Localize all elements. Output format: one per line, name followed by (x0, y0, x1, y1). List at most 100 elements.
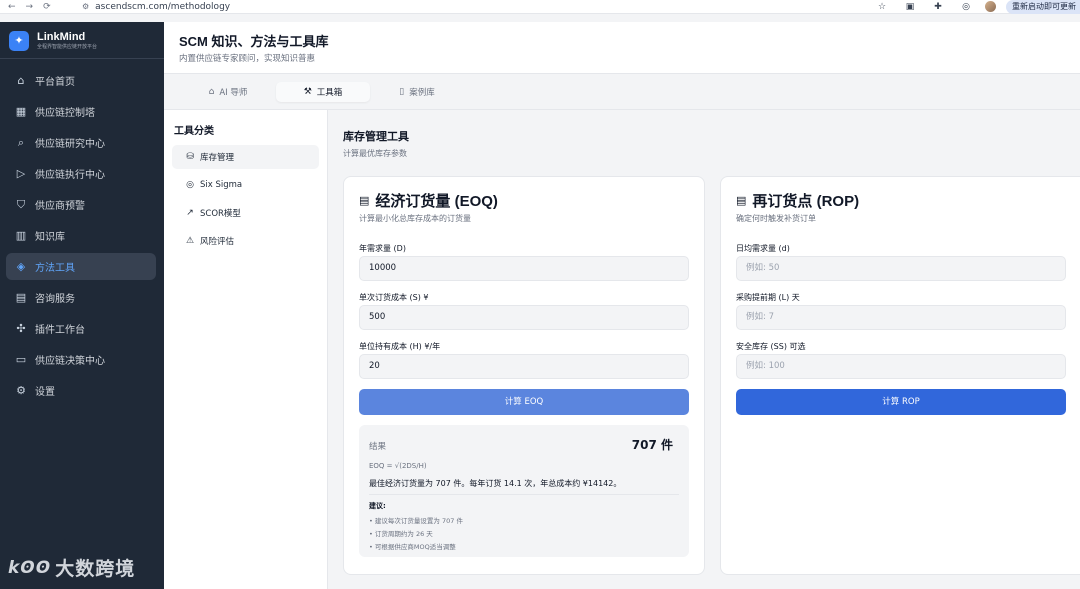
daily-demand-label: 日均需求量 (d) (736, 244, 790, 253)
extension-icon[interactable]: ▣ (903, 2, 917, 12)
forward-icon[interactable]: → (26, 2, 34, 12)
sidebar-item-label: 供应链决策中心 (35, 356, 105, 367)
sidebar-item-label: 平台首页 (35, 77, 75, 88)
category-panel: 工具分类 ⛁ 库存管理 ◎ Six Sigma ↗ SCOR模型 ⚠ 风险评估 (164, 110, 328, 589)
result-summary: 最佳经济订货量为 707 件。每年订货 14.1 次，年总成本约 ¥14142。 (369, 479, 622, 488)
sidebar-item-plugins[interactable]: ✣ 插件工作台 (6, 315, 156, 342)
sidebar-item-execution[interactable]: ▷ 供应链执行中心 (6, 160, 156, 187)
tab-cases[interactable]: ▯ 案例库 (370, 82, 464, 102)
tab-label: AI 导师 (219, 88, 248, 98)
section-title: 库存管理工具 (343, 130, 409, 143)
watermark: kʘʘ 大数跨境 (8, 554, 135, 581)
calculator-icon: ▤ (736, 194, 747, 207)
watermark-logo-icon: kʘʘ (8, 557, 52, 578)
graduation-cap-icon: ◈ (16, 260, 26, 273)
puzzle-extension-icon[interactable]: ✚ (931, 2, 945, 12)
category-label: Six Sigma (200, 180, 243, 190)
sidebar-item-label: 供应链控制塔 (35, 108, 95, 119)
sidebar-item-label: 供应链执行中心 (35, 170, 105, 181)
tab-bar: ⌂ AI 导师 ⚒ 工具箱 ▯ 案例库 (164, 74, 1080, 110)
sidebar-item-label: 方法工具 (35, 263, 75, 274)
daily-demand-input[interactable]: 例如: 50 (736, 256, 1066, 281)
calculate-rop-button[interactable]: 计算 ROP (736, 389, 1066, 415)
eoq-card: ▤ 经济订货量 (EOQ) 计算最小化总库存成本的订货量 年需求量 (D) 10… (343, 176, 705, 575)
result-divider (369, 494, 679, 495)
brand-logo[interactable]: ✦ LinkMind 全程界智能供应链开放平台 (0, 22, 164, 59)
monitor-icon: ▭ (15, 353, 27, 366)
category-risk[interactable]: ⚠ 风险评估 (172, 229, 319, 253)
result-formula: EOQ = √(2DS/H) (369, 462, 427, 470)
category-scor[interactable]: ↗ SCOR模型 (172, 201, 319, 225)
annual-demand-input[interactable]: 10000 (359, 256, 689, 281)
annual-demand-label: 年需求量 (D) (359, 244, 406, 253)
rop-title: 再订货点 (ROP) (752, 193, 860, 210)
wrench-icon: ⚒ (303, 87, 312, 97)
lead-time-label: 采购提前期 (L) 天 (736, 293, 800, 302)
profile-avatar[interactable] (985, 1, 996, 12)
sidebar-item-home[interactable]: ⌂ 平台首页 (6, 67, 156, 94)
home-icon: ⌂ (17, 74, 25, 87)
target-icon: ◎ (186, 180, 194, 190)
lead-time-input[interactable]: 例如: 7 (736, 305, 1066, 330)
sidebar-item-settings[interactable]: ⚙ 设置 (6, 377, 156, 404)
sidebar-item-supplier-alert[interactable]: ⛉ 供应商预警 (6, 191, 156, 218)
page-header: SCM 知识、方法与工具库 内置供应链专家顾问，实现知识普惠 (164, 22, 1080, 74)
update-button[interactable]: 重新启动即可更新 (1006, 0, 1080, 14)
brand-tagline: 全程界智能供应链开放平台 (37, 43, 98, 50)
main-content: 库存管理工具 计算最优库存参数 ▤ 经济订货量 (EOQ) 计算最小化总库存成本… (328, 110, 1080, 589)
category-six-sigma[interactable]: ◎ Six Sigma (172, 173, 319, 197)
tab-label: 工具箱 (316, 88, 343, 98)
search-icon: ⌕ (17, 135, 25, 149)
order-cost-label: 单次订货成本 (S) ¥ (359, 293, 429, 302)
category-title: 工具分类 (174, 126, 214, 137)
sidebar: ✦ LinkMind 全程界智能供应链开放平台 ⌂ 平台首页 ▦ 供应链控制塔 … (0, 22, 164, 589)
bookmark-star-icon[interactable]: ☆ (875, 2, 889, 12)
safety-stock-input[interactable]: 例如: 100 (736, 354, 1066, 379)
screenshot-icon[interactable]: ◎ (959, 2, 973, 12)
result-value: 707 件 (631, 438, 673, 452)
puzzle-icon: ✣ (16, 322, 26, 335)
sidebar-item-knowledge[interactable]: ▥ 知识库 (6, 222, 156, 249)
suggestion-item: • 可根据供应商MOQ适当调整 (369, 543, 456, 551)
back-icon[interactable]: ← (8, 2, 16, 12)
browser-toolbar: ← → ⟳ ⚙ ascendscm.com/methodology ☆ ▣ ✚ … (0, 0, 1080, 14)
sidebar-item-control-tower[interactable]: ▦ 供应链控制塔 (6, 98, 156, 125)
bot-icon: ⌂ (208, 87, 215, 97)
site-settings-icon[interactable]: ⚙ (82, 2, 89, 11)
shield-icon: ⛉ (16, 197, 26, 211)
category-inventory[interactable]: ⛁ 库存管理 (172, 145, 319, 169)
open-book-icon: ▯ (399, 87, 405, 97)
sidebar-item-methods[interactable]: ◈ 方法工具 (6, 253, 156, 280)
tab-toolbox[interactable]: ⚒ 工具箱 (276, 82, 370, 102)
watermark-text: 大数跨境 (55, 558, 136, 580)
boxes-icon: ⛁ (186, 152, 194, 162)
sidebar-item-label: 插件工作台 (35, 325, 85, 336)
sidebar-item-consulting[interactable]: ▤ 咨询服务 (6, 284, 156, 311)
order-cost-input[interactable]: 500 (359, 305, 689, 330)
book-icon: ▥ (15, 229, 27, 242)
sidebar-item-research[interactable]: ⌕ 供应链研究中心 (6, 129, 156, 156)
trend-icon: ↗ (186, 208, 194, 218)
eoq-title: 经济订货量 (EOQ) (375, 193, 498, 210)
tab-label: 案例库 (409, 88, 435, 98)
suggestions-title: 建议: (369, 502, 386, 510)
suggestion-item: • 订货周期约为 26 天 (369, 530, 433, 538)
page-title: SCM 知识、方法与工具库 (179, 34, 329, 49)
warning-icon: ⚠ (185, 236, 195, 246)
calculate-eoq-button[interactable]: 计算 EOQ (359, 389, 689, 415)
sidebar-item-label: 咨询服务 (35, 294, 75, 305)
sidebar-item-label: 知识库 (35, 232, 65, 243)
eoq-result-panel: 结果 707 件 EOQ = √(2DS/H) 最佳经济订货量为 707 件。每… (359, 425, 689, 557)
reload-icon[interactable]: ⟳ (43, 2, 51, 12)
play-icon: ▷ (16, 167, 26, 180)
category-label: 风险评估 (200, 237, 235, 247)
tab-ai-tutor[interactable]: ⌂ AI 导师 (180, 82, 276, 102)
address-bar[interactable]: ascendscm.com/methodology (95, 2, 861, 12)
holding-cost-input[interactable]: 20 (359, 354, 689, 379)
section-subtitle: 计算最优库存参数 (343, 149, 407, 158)
eoq-subtitle: 计算最小化总库存成本的订货量 (359, 214, 471, 223)
page-subtitle: 内置供应链专家顾问，实现知识普惠 (179, 54, 316, 64)
brand-name: LinkMind (37, 30, 86, 43)
gear-icon: ⚙ (16, 384, 26, 397)
sidebar-item-decision[interactable]: ▭ 供应链决策中心 (6, 346, 156, 373)
